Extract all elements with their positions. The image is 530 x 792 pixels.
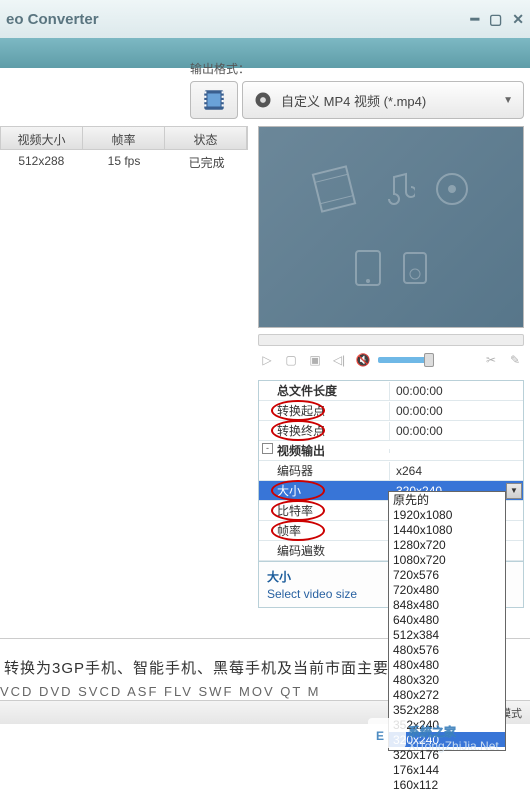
mark-in-button[interactable]: ◁| <box>330 352 348 368</box>
cell-size: 512x288 <box>0 150 83 172</box>
prop-end-point[interactable]: 转换终点 <box>259 420 389 441</box>
size-option[interactable]: 480x576 <box>389 642 505 657</box>
collapse-icon[interactable]: - <box>262 443 273 454</box>
size-option[interactable]: 176x144 <box>389 762 505 777</box>
format-icon-button[interactable] <box>190 81 238 119</box>
dropdown-button[interactable]: ▼ <box>506 483 522 499</box>
size-option[interactable]: 512x384 <box>389 627 505 642</box>
play-button[interactable]: ▷ <box>258 352 276 368</box>
format-select[interactable]: 自定义 MP4 视频 (*.mp4) ▼ <box>242 81 524 119</box>
prop-start-point[interactable]: 转换起点 <box>259 400 389 421</box>
disc-icon <box>433 170 471 208</box>
size-option[interactable]: 160x112 <box>389 777 505 792</box>
col-fps[interactable]: 帧率 <box>83 127 165 149</box>
prop-section-video-output[interactable]: -视频输出 <box>259 440 389 461</box>
table-row[interactable]: 512x288 15 fps 已完成 <box>0 150 248 172</box>
svg-text:系统之家: 系统之家 <box>408 724 457 739</box>
format-select-text: 自定义 MP4 视频 (*.mp4) <box>281 91 495 110</box>
prop-size[interactable]: 大小 <box>259 480 389 501</box>
col-video-size[interactable]: 视频大小 <box>1 127 83 149</box>
app-title: eo Converter <box>6 11 99 28</box>
music-note-icon <box>375 169 415 209</box>
prop-bitrate[interactable]: 比特率 <box>259 500 389 521</box>
size-option[interactable]: 480x320 <box>389 672 505 687</box>
prop-framerate[interactable]: 帧率 <box>259 520 389 541</box>
size-option[interactable]: 480x480 <box>389 657 505 672</box>
size-option[interactable]: 848x480 <box>389 597 505 612</box>
prop-passes[interactable]: 编码遍数 <box>259 540 389 561</box>
output-format-label: 输出格式： <box>190 60 524 77</box>
size-option[interactable]: 原先的 <box>389 492 505 507</box>
tablet-icon <box>353 248 383 288</box>
gear-icon <box>253 90 273 110</box>
ipod-icon <box>401 250 429 286</box>
size-option[interactable]: 1920x1080 <box>389 507 505 522</box>
col-status[interactable]: 状态 <box>165 127 247 149</box>
watermark-logo: E 系统之家 XiTongZhiJia.Net <box>368 710 528 754</box>
size-option[interactable]: 720x480 <box>389 582 505 597</box>
svg-text:XiTongZhiJia.Net: XiTongZhiJia.Net <box>408 739 499 753</box>
volume-slider[interactable] <box>378 357 434 363</box>
maximize-icon[interactable]: ▢ <box>489 11 502 28</box>
size-option[interactable]: 1440x1080 <box>389 522 505 537</box>
svg-text:E: E <box>376 729 384 743</box>
cut-button[interactable]: ✂ <box>482 352 500 368</box>
cell-status: 已完成 <box>165 150 248 172</box>
snapshot-button[interactable]: ▣ <box>306 352 324 368</box>
mute-button[interactable]: 🔇 <box>354 352 372 368</box>
filmstrip-icon <box>201 87 227 113</box>
stop-button[interactable]: ▢ <box>282 352 300 368</box>
size-option[interactable]: 720x576 <box>389 567 505 582</box>
close-icon[interactable]: ✕ <box>512 11 524 28</box>
cell-fps: 15 fps <box>83 150 166 172</box>
prop-total-length: 总文件长度 <box>259 380 389 401</box>
seek-bar[interactable] <box>258 334 524 346</box>
size-option[interactable]: 640x480 <box>389 612 505 627</box>
minimize-icon[interactable]: ━ <box>471 11 479 28</box>
filmstrip-icon <box>306 161 362 217</box>
file-list-header: 视频大小 帧率 状态 <box>0 126 248 150</box>
preview-area <box>258 126 524 328</box>
size-option[interactable]: 1080x720 <box>389 552 505 567</box>
chevron-down-icon: ▼ <box>503 95 513 106</box>
size-option[interactable]: 480x272 <box>389 687 505 702</box>
edit-button[interactable]: ✎ <box>506 352 524 368</box>
size-option[interactable]: 1280x720 <box>389 537 505 552</box>
prop-encoder[interactable]: 编码器 <box>259 460 389 481</box>
